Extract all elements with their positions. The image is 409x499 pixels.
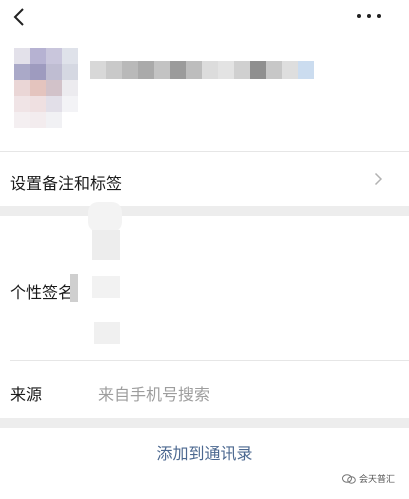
chevron-right-icon <box>374 172 383 186</box>
name-blurred <box>90 61 318 79</box>
source-value: 来自手机号搜索 <box>98 385 211 404</box>
profile-panel: 设置备注和标签 <box>0 0 409 206</box>
remark-tags-row[interactable]: 设置备注和标签 <box>0 152 409 206</box>
watermark: 会天普汇 <box>341 472 395 485</box>
watermark-text: 会天普汇 <box>358 475 395 485</box>
signature-text-blurred <box>70 274 78 302</box>
divider <box>10 360 409 361</box>
chevron-left-icon[interactable] <box>10 6 28 28</box>
wechat-icon <box>341 473 356 484</box>
avatar[interactable] <box>14 48 80 128</box>
remark-tags-label: 设置备注和标签 <box>10 174 123 193</box>
action-panel: 添加到通讯录 会天普汇 <box>0 428 409 499</box>
source-label: 来源 <box>10 385 43 404</box>
signature-label: 个性签名 <box>10 283 75 302</box>
more-dots-icon[interactable] <box>357 12 381 20</box>
info-panel: 个性签名 来源 来自手机号搜索 <box>0 202 409 418</box>
nav-bar <box>0 0 409 36</box>
